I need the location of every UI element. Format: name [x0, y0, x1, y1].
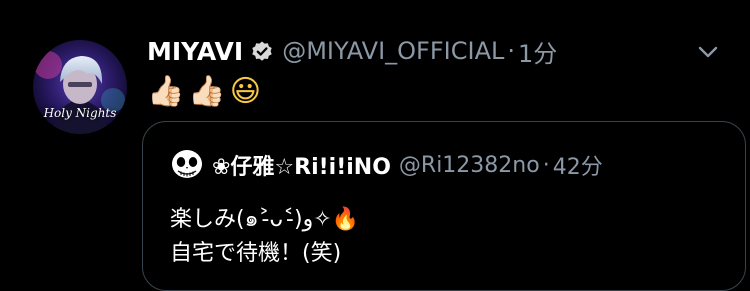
quoted-tweet-header: ❀仔雅☆Ri!i!iNO @Ri12382no · 42分: [170, 148, 603, 182]
fire-icon: 🔥: [331, 207, 360, 232]
tweet[interactable]: Holy Nights MIYAVI @MIYAVI_OFFICIAL · 1分…: [0, 0, 750, 291]
author-avatar[interactable]: Holy Nights: [33, 40, 127, 134]
tweet-timestamp[interactable]: 1分: [518, 34, 557, 69]
author-handle[interactable]: @MIYAVI_OFFICIAL: [282, 37, 504, 65]
quoted-author-handle[interactable]: @Ri12382no: [399, 153, 540, 178]
avatar-caption: Holy Nights: [43, 106, 117, 120]
author-display-name[interactable]: MIYAVI: [147, 37, 243, 66]
verified-badge-icon: [250, 39, 274, 63]
quoted-tweet-line-1: 楽しみ(๑˃̵ᴗ˂̵)و✧: [170, 207, 332, 232]
quoted-author-display-name[interactable]: ❀仔雅☆Ri!i!iNO: [212, 149, 391, 181]
thumbs-up-icon: 👍🏻: [188, 73, 226, 109]
chevron-down-icon[interactable]: [694, 38, 722, 66]
smiley-face-icon: 😃: [229, 73, 261, 109]
tweet-text: 👍🏻 👍🏻 😃: [147, 71, 265, 111]
quoted-tweet-timestamp[interactable]: 42分: [553, 149, 603, 181]
separator-dot: ·: [507, 37, 516, 65]
skull-avatar-icon[interactable]: [170, 148, 204, 182]
separator-dot: ·: [542, 152, 550, 178]
quoted-tweet-text: 楽しみ(๑˃̵ᴗ˂̵)و✧🔥 自宅で待機！(笑): [170, 203, 359, 271]
thumbs-up-icon: 👍🏻: [147, 73, 185, 109]
tweet-header: MIYAVI @MIYAVI_OFFICIAL · 1分: [147, 33, 557, 69]
quoted-tweet-line-2: 自宅で待機！(笑): [170, 241, 342, 266]
